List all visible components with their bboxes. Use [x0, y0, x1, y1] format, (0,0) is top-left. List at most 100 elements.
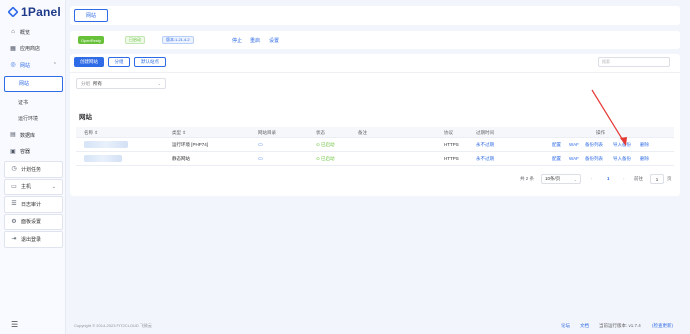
stop-button[interactable]: 停止	[232, 37, 242, 44]
forum-link[interactable]: 论坛	[561, 323, 570, 329]
status-badge: 已启动	[125, 36, 145, 44]
home-icon: ⌂	[11, 29, 15, 36]
grid-icon: ▦	[10, 45, 16, 52]
sidebar-item-label: 面板设置	[21, 219, 42, 226]
tab-bar: 网站	[70, 6, 680, 25]
filter-value: 所有	[93, 80, 102, 86]
chevron-up-icon: ⌃	[52, 62, 57, 69]
sidebar-subitem-certificate[interactable]: 证书	[4, 94, 63, 111]
delete-button[interactable]: 删除	[640, 142, 649, 148]
group-button[interactable]: 分组	[108, 57, 130, 67]
table-row: 运行环境 [PHP74] ▭ ⊙ 已启动 HTTPS 永不过期 配置 WAF 备…	[76, 138, 674, 152]
sidebar-item-label: 退出登录	[21, 236, 42, 243]
copyright-text: Copyright © 2014-2023 FIT2CLOUD 飞致云	[74, 323, 152, 328]
create-website-button[interactable]: 创建网站	[74, 57, 104, 67]
column-name[interactable]: 名称 ⇕	[84, 130, 98, 136]
website-table-card: 网站 名称 ⇕ 类型 ⇕ 网站目录 状态 备注 协议 过期时间 操作 运行环境 …	[70, 101, 680, 196]
sidebar-item-label: 应用商店	[20, 46, 41, 53]
waf-button[interactable]: WAF	[569, 156, 579, 161]
chevron-down-icon: ⌄	[51, 183, 56, 190]
site-status-text: 已启动	[321, 156, 335, 161]
folder-icon[interactable]: ▭	[258, 142, 263, 148]
sidebar-item-host[interactable]: ▭ 主机 ⌄	[4, 178, 63, 195]
site-name-redacted[interactable]	[84, 141, 128, 148]
sidebar-item-label: 容器	[20, 149, 31, 156]
site-status[interactable]: ⊙ 已启动	[316, 142, 335, 148]
sidebar-item-settings[interactable]: ⚙ 面板设置	[4, 213, 63, 230]
goto-label: 前往	[634, 176, 643, 181]
table-title: 网站	[79, 114, 92, 121]
app-name-badge: OpenResty	[78, 36, 105, 44]
site-expire[interactable]: 永不过期	[476, 156, 494, 162]
waf-button[interactable]: WAF	[569, 142, 579, 147]
site-status[interactable]: ⊙ 已启动	[316, 156, 335, 162]
sidebar-item-label: 计划任务	[21, 166, 42, 173]
column-status: 状态	[316, 130, 325, 135]
version-text: 当前运行版本: v1.7.4	[599, 323, 641, 328]
sidebar-item-logout[interactable]: ⇥ 退出登录	[4, 231, 63, 248]
menu-collapse-icon[interactable]: ☰	[11, 320, 18, 329]
column-type[interactable]: 类型 ⇕	[172, 130, 186, 136]
import-backup-button[interactable]: 导入备份	[613, 156, 631, 162]
restart-button[interactable]: 重启	[250, 37, 260, 44]
logo-text: 1Panel	[21, 5, 61, 19]
logo-icon	[7, 6, 19, 18]
main-content: 网站 OpenResty 已启动 版本:1.21.4.2 停止 重启 设置 创建…	[70, 0, 686, 334]
tab-website[interactable]: 网站	[74, 9, 108, 22]
site-type: 运行环境 [PHP74]	[172, 142, 209, 147]
sidebar-item-database[interactable]: ▤ 数据库	[4, 127, 63, 144]
log-icon: ☰	[11, 201, 17, 208]
page-size-value: 10条/页	[545, 176, 561, 181]
import-backup-button[interactable]: 导入备份	[613, 142, 631, 148]
site-protocol: HTTPS	[444, 156, 459, 161]
group-filter-select[interactable]: 分组 所有 ⌄	[76, 78, 166, 89]
sidebar-item-cron[interactable]: ◷ 计划任务	[4, 161, 63, 178]
folder-icon[interactable]: ▭	[258, 156, 263, 162]
backup-list-button[interactable]: 备份列表	[585, 156, 603, 162]
default-site-button[interactable]: 默认站点	[134, 57, 166, 67]
settings-icon: ⚙	[11, 218, 17, 225]
host-icon: ▭	[11, 183, 17, 190]
container-icon: ▣	[10, 148, 16, 155]
sidebar-item-label: 数据库	[20, 132, 36, 139]
site-type: 静态网站	[172, 156, 190, 161]
page-size-select[interactable]: 10条/页 ⌄	[541, 174, 581, 184]
configure-button[interactable]: 配置	[552, 142, 561, 148]
sidebar-item-website[interactable]: ◎ 网站 ⌃	[4, 57, 63, 74]
globe-icon: ◎	[10, 62, 16, 69]
sidebar: 1Panel ⌂ 概览 ▦ 应用商店 ◎ 网站 ⌃ 网站 证书 运行环境 ▤ 数…	[0, 0, 66, 334]
site-protocol: HTTPS	[444, 142, 459, 147]
column-remark: 备注	[358, 130, 367, 135]
backup-list-button[interactable]: 备份列表	[585, 142, 603, 148]
logout-icon: ⇥	[11, 236, 17, 243]
column-directory: 网站目录	[258, 130, 276, 135]
sidebar-subitem-website[interactable]: 网站	[4, 75, 63, 92]
docs-link[interactable]: 文档	[580, 323, 589, 329]
sidebar-item-app-store[interactable]: ▦ 应用商店	[4, 41, 63, 58]
check-update-link[interactable]: (检查更新)	[652, 323, 673, 329]
page-suffix: 页	[667, 176, 672, 181]
search-input[interactable]: 搜索	[598, 57, 670, 67]
current-page[interactable]: 1	[607, 176, 610, 181]
database-icon: ▤	[10, 132, 16, 139]
sidebar-subitem-runtime[interactable]: 运行环境	[4, 111, 63, 128]
column-protocol: 协议	[444, 130, 453, 135]
sidebar-item-label: 证书	[18, 99, 29, 106]
settings-button[interactable]: 设置	[269, 37, 279, 44]
server-status-bar: OpenResty 已启动 版本:1.21.4.2 停止 重启 设置	[70, 31, 680, 49]
column-expire: 过期时间	[476, 130, 494, 135]
site-expire[interactable]: 永不过期	[476, 142, 494, 148]
sidebar-item-overview[interactable]: ⌂ 概览	[4, 24, 63, 41]
sidebar-item-container[interactable]: ▣ 容器	[4, 144, 63, 161]
prev-page-button[interactable]: ‹	[591, 176, 593, 181]
delete-button[interactable]: 删除	[640, 156, 649, 162]
sidebar-item-audit-log[interactable]: ☰ 日志审计	[4, 196, 63, 213]
pagination-total: 共 2 条	[520, 176, 535, 181]
site-name-redacted[interactable]	[84, 155, 122, 162]
configure-button[interactable]: 配置	[552, 156, 561, 162]
sidebar-item-label: 概览	[20, 29, 31, 36]
goto-page-input[interactable]: 1	[650, 174, 664, 184]
next-page-button[interactable]: ›	[623, 176, 625, 181]
table-header: 名称 ⇕ 类型 ⇕ 网站目录 状态 备注 协议 过期时间 操作	[76, 127, 674, 138]
clock-icon: ◷	[11, 166, 17, 173]
